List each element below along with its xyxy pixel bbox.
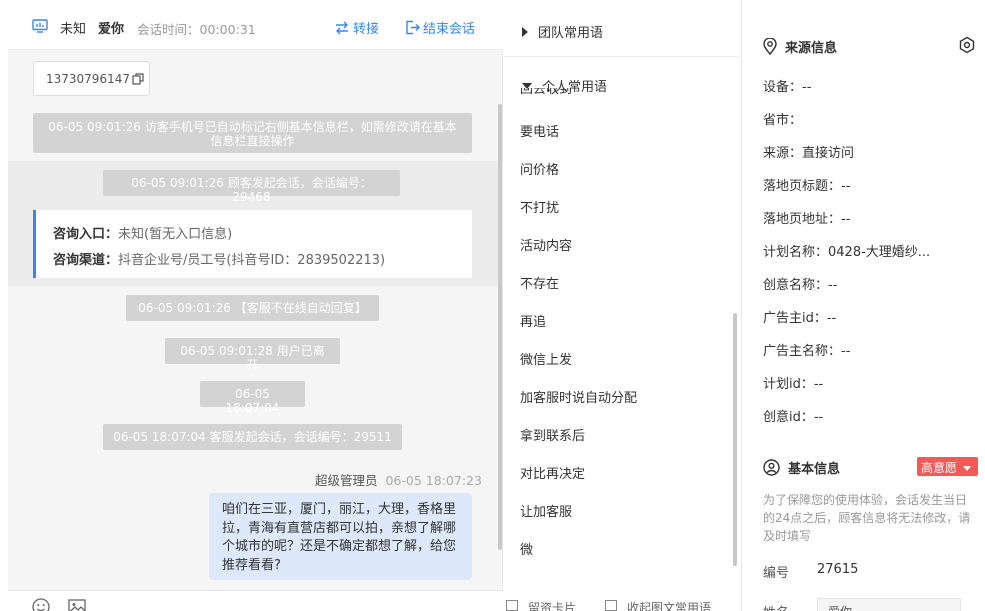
session-time: 会话时间：00:00:31	[137, 19, 256, 38]
consult-entry-value: 未知(暂无入口信息)	[118, 227, 233, 242]
field-source: 来源：直接访问	[763, 146, 855, 161]
phrase-item[interactable]: 要电话	[520, 121, 559, 140]
user-icon	[763, 459, 780, 476]
phrase-item[interactable]: 拿到联系后	[520, 425, 585, 444]
session-time-label: 会话时间：	[137, 22, 200, 37]
agent-time: 06-05 18:07:23	[385, 473, 482, 488]
session-time-value: 00:00:31	[199, 22, 256, 37]
field-creative-id: 创意id：--	[763, 410, 824, 425]
agent-message-bubble: 咱们在三亚，厦门，丽江，大理，香格里拉，青海有直营店都可以拍，亲想了解哪个城市的…	[209, 493, 472, 580]
phrase-item[interactable]: 让加客服	[520, 501, 572, 520]
phrase-item[interactable]: 微信上发	[520, 349, 572, 368]
settings-icon[interactable]	[958, 36, 976, 54]
exit-icon	[406, 20, 420, 35]
field-province: 省市：	[763, 113, 803, 128]
consult-channel-value: 抖音企业号/员工号(抖音号ID：2839502213)	[118, 253, 386, 268]
collapse-icon	[605, 600, 617, 611]
consult-channel-row: 咨询渠道： 抖音企业号/员工号(抖音号ID：2839502213)	[53, 249, 385, 268]
phrases-scrollbar[interactable]	[733, 313, 737, 566]
app-root: 未知 爱你 会话时间：00:00:31 转接 结束会话 13730796147	[0, 0, 985, 611]
end-session-label: 结束会话	[423, 22, 476, 37]
team-phrases-label: 团队常用语	[538, 26, 604, 41]
field-creative-name: 创意名称：--	[763, 278, 838, 293]
edit-notice: 为了保障您的使用体验，会话发生当日的24点之后，顾客信息将无法修改，请及时填写	[763, 493, 971, 543]
collapse-phrases-button[interactable]: 收起图文常用语	[627, 599, 711, 611]
caret-right-icon	[522, 26, 528, 37]
system-message: 06-05 09:01:26 顾客发起会话，会话编号：29468	[103, 170, 400, 204]
phrase-item[interactable]: 问价格	[520, 159, 559, 178]
transfer-icon	[336, 21, 348, 34]
phrase-item[interactable]: 加客服时说自动分配	[520, 387, 637, 406]
copy-icon[interactable]	[132, 73, 144, 85]
system-message: 06-05 09:01:28 用户已离开	[165, 338, 340, 372]
chat-toolbar	[8, 590, 503, 611]
basic-info-header: 基本信息	[763, 458, 840, 477]
consult-entry-label: 咨询入口：	[53, 227, 119, 242]
phrase-item[interactable]: 微	[520, 539, 533, 558]
system-message: 06-05 09:01:26 访客手机号已自动标记右侧基本信息栏，如需修改请在基…	[33, 113, 472, 153]
system-message: 06-05 09:01:26 【客服不在线自动回复】	[126, 295, 379, 321]
field-name-label: 姓名	[763, 602, 789, 611]
visitor-status: 未知	[60, 22, 87, 37]
field-plan-name: 计划名称：0428-大理婚纱...	[763, 245, 931, 260]
customer-info-panel: 来源信息 设备：-- 省市： 来源：直接访问 落地页标题：-- 落地页地址：--…	[743, 0, 985, 611]
image-icon[interactable]	[68, 598, 86, 611]
team-phrases-group[interactable]: 团队常用语	[522, 22, 603, 41]
lead-card-button[interactable]: 留资卡片	[528, 599, 576, 611]
end-session-button[interactable]: 结束会话	[405, 18, 475, 37]
field-landing-title: 落地页标题：--	[763, 179, 851, 194]
field-advertiser-id: 广告主id：--	[763, 311, 837, 326]
source-info-title: 来源信息	[785, 41, 838, 56]
consult-info-card: 咨询入口： 未知(暂无入口信息) 咨询渠道： 抖音企业号/员工号(抖音号ID：2…	[33, 210, 472, 278]
system-message: 06-05 18:07:04 客服发起会话，会话编号：29511	[103, 424, 402, 450]
intent-level-label: 高意愿	[921, 461, 958, 475]
phrases-footer: 留资卡片 收起图文常用语	[504, 598, 740, 611]
phone-number-box[interactable]: 13730796147	[33, 61, 150, 96]
system-message: 06-05 18:07:04	[200, 381, 305, 415]
source-info-header: 来源信息	[763, 37, 837, 56]
phrase-item[interactable]: 活动内容	[520, 235, 572, 254]
phrase-item[interactable]: 回去收到	[520, 88, 572, 97]
consult-entry-row: 咨询入口： 未知(暂无入口信息)	[53, 223, 232, 242]
chat-panel: 未知 爱你 会话时间：00:00:31 转接 结束会话 13730796147	[8, 0, 503, 611]
agent-sender: 超级管理员 06-05 18:07:23	[315, 470, 482, 489]
transfer-button[interactable]: 转接	[334, 18, 379, 37]
consult-channel-label: 咨询渠道：	[53, 253, 119, 268]
emoji-icon[interactable]	[32, 598, 50, 611]
transfer-label: 转接	[353, 22, 380, 37]
field-id-label: 编号	[763, 566, 790, 581]
card-icon	[506, 600, 518, 611]
visitor-nickname: 爱你	[98, 22, 125, 37]
field-landing-url: 落地页地址：--	[763, 212, 851, 227]
phrases-panel: 团队常用语 个人常用语 回去收到 要电话 问价格 不打扰 活动内容 不存在 再追…	[504, 0, 742, 611]
phrase-item[interactable]: 对比再决定	[520, 463, 585, 482]
chat-scrollbar[interactable]	[498, 104, 502, 550]
name-input[interactable]: 爱你	[817, 598, 961, 611]
divider	[504, 56, 740, 57]
field-advertiser-name: 广告主名称：--	[763, 344, 851, 359]
basic-info-title: 基本信息	[788, 462, 841, 477]
phrase-item[interactable]: 不打扰	[520, 197, 559, 216]
intent-level-dropdown[interactable]: 高意愿	[917, 457, 978, 476]
field-id-value: 27615	[817, 562, 859, 577]
phrase-item[interactable]: 不存在	[520, 273, 559, 292]
field-plan-id: 计划id：--	[763, 377, 824, 392]
chevron-down-icon	[962, 466, 971, 471]
agent-name: 超级管理员	[315, 473, 378, 488]
phone-number: 13730796147	[46, 72, 130, 86]
chat-header: 未知 爱你 会话时间：00:00:31 转接 结束会话	[8, 0, 503, 50]
location-icon	[763, 38, 777, 55]
phrase-item[interactable]: 再追	[520, 311, 546, 330]
monitor-icon	[32, 19, 48, 33]
field-device: 设备：--	[763, 80, 812, 95]
